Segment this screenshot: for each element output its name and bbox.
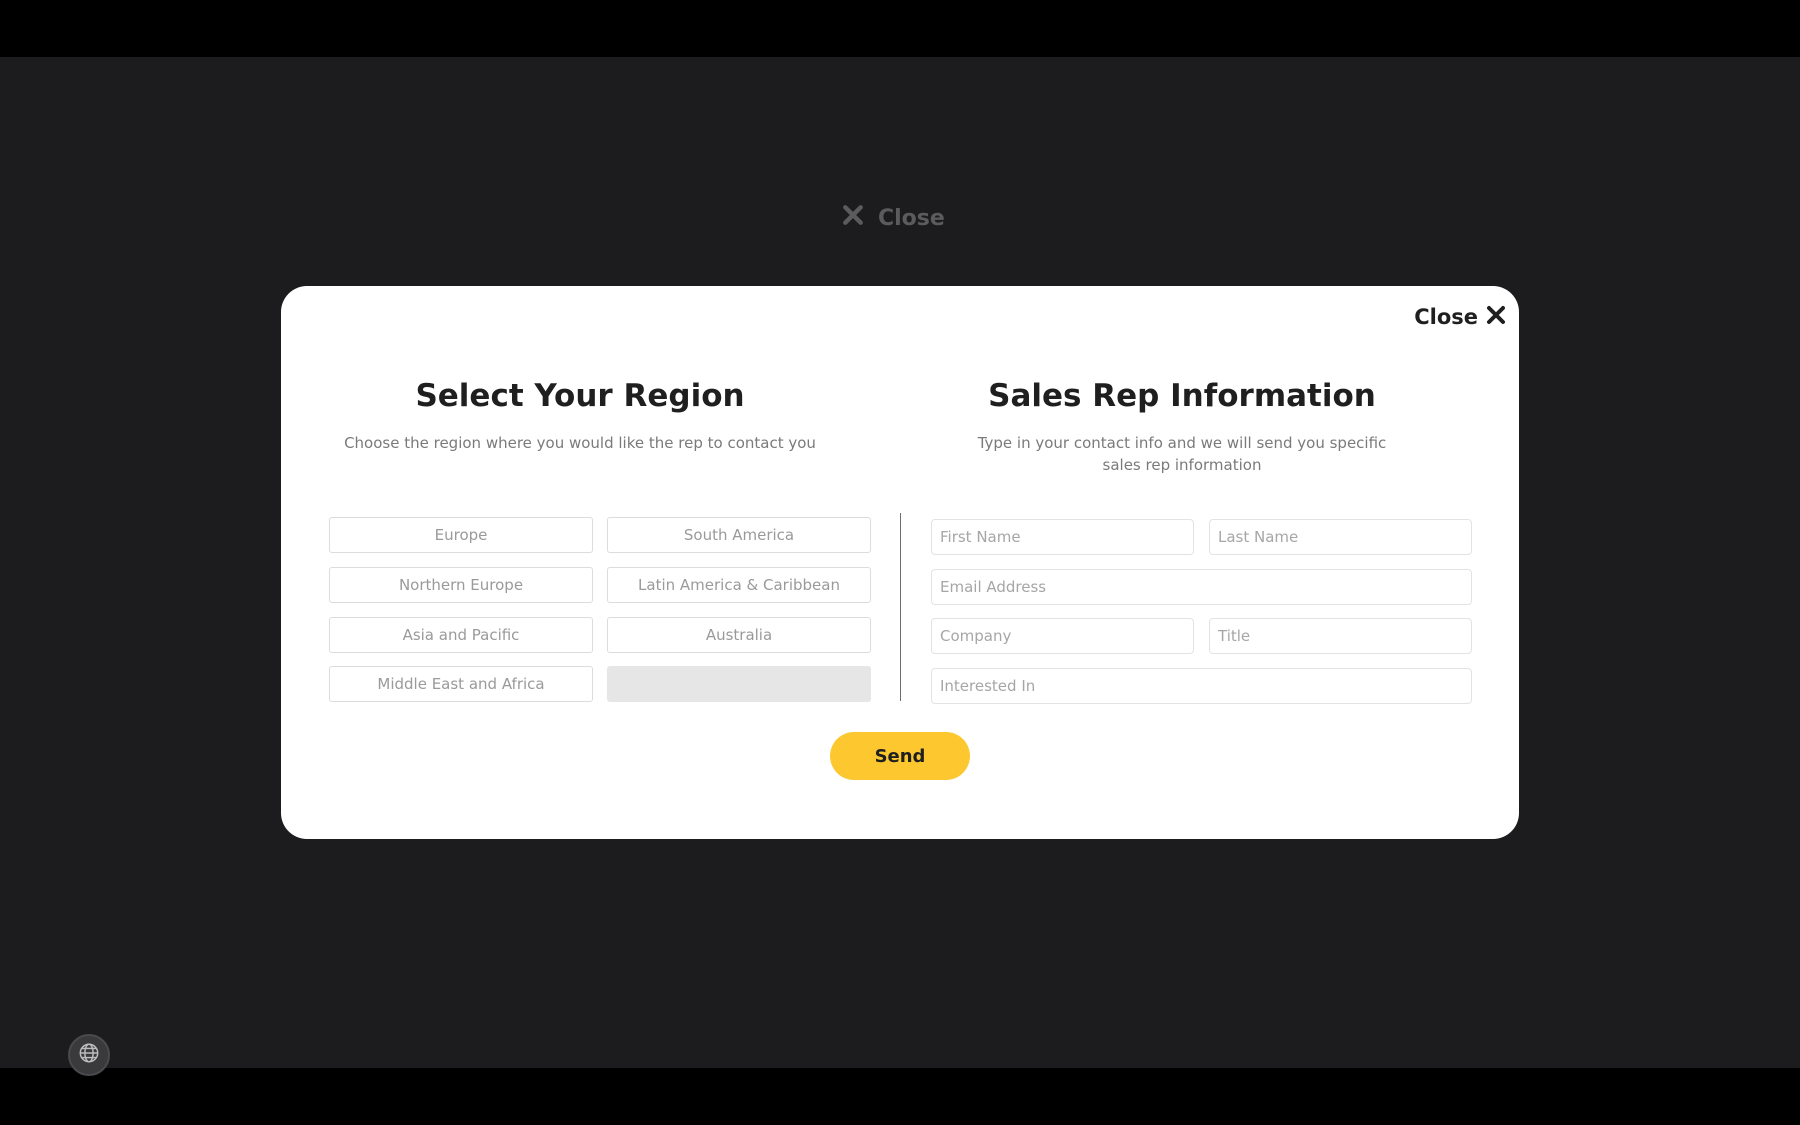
region-option-northern-europe[interactable]: Northern Europe <box>329 567 593 603</box>
close-icon <box>1486 305 1506 330</box>
interested-in-field[interactable] <box>931 668 1472 704</box>
last-name-field[interactable] <box>1209 519 1472 555</box>
region-option-asia-pacific[interactable]: Asia and Pacific <box>329 617 593 653</box>
globe-icon <box>78 1042 100 1069</box>
close-icon <box>842 204 864 232</box>
region-option-europe[interactable]: Europe <box>329 517 593 553</box>
send-button[interactable]: Send <box>830 732 970 780</box>
language-button[interactable] <box>68 1034 110 1076</box>
company-field[interactable] <box>931 618 1194 654</box>
first-name-field[interactable] <box>931 519 1194 555</box>
column-divider <box>900 513 901 701</box>
modal-close-button[interactable]: Close <box>1414 302 1506 332</box>
region-option-south-america[interactable]: South America <box>607 517 871 553</box>
sales-rep-title: Sales Rep Information <box>988 378 1376 414</box>
title-field[interactable] <box>1209 618 1472 654</box>
region-option-empty <box>607 666 871 702</box>
background-close-button: Close <box>842 203 945 233</box>
region-option-australia[interactable]: Australia <box>607 617 871 653</box>
region-option-middle-east-africa[interactable]: Middle East and Africa <box>329 666 593 702</box>
email-field[interactable] <box>931 569 1472 605</box>
region-subtitle: Choose the region where you would like t… <box>344 434 816 452</box>
region-title: Select Your Region <box>415 378 745 414</box>
region-option-latin-america[interactable]: Latin America & Caribbean <box>607 567 871 603</box>
sales-rep-subtitle: Type in your contact info and we will se… <box>977 434 1387 474</box>
sales-rep-modal: Close Select Your Region Choose the regi… <box>281 286 1519 839</box>
background-close-label: Close <box>878 205 945 231</box>
modal-close-label: Close <box>1414 305 1478 329</box>
